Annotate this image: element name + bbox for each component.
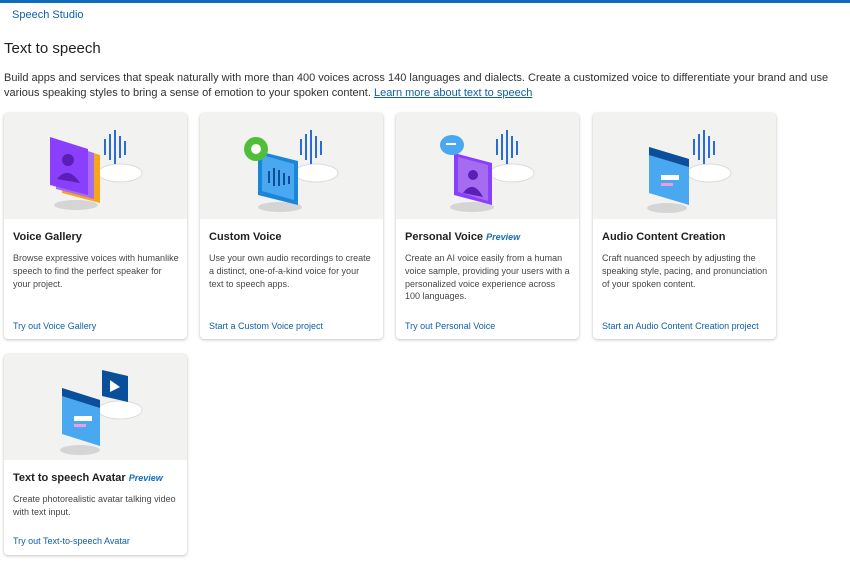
- card-description: Create an AI voice easily from a human v…: [405, 253, 570, 302]
- voice-gallery-icon: [50, 130, 143, 210]
- card-art: [593, 113, 776, 219]
- preview-badge: Preview: [486, 232, 521, 242]
- card-art: [4, 354, 187, 460]
- try-personal-voice-link[interactable]: Try out Personal Voice: [405, 321, 495, 331]
- card-voice-gallery[interactable]: Voice Gallery Browse expressive voices w…: [4, 113, 187, 339]
- learn-more-link[interactable]: Learn more about text to speech: [374, 87, 532, 99]
- custom-voice-icon: [244, 130, 339, 212]
- card-title: Audio Content Creation: [602, 231, 726, 243]
- top-accent-bar: [0, 0, 850, 3]
- audio-content-creation-icon: [647, 130, 732, 213]
- start-custom-voice-link[interactable]: Start a Custom Voice project: [209, 321, 323, 331]
- page-intro: Build apps and services that speak natur…: [4, 71, 850, 100]
- page-title: Text to speech: [4, 40, 101, 57]
- card-title: Custom Voice: [209, 231, 282, 243]
- personal-voice-icon: [440, 130, 535, 212]
- card-art: [4, 113, 187, 219]
- brand-link[interactable]: Speech Studio: [12, 9, 84, 21]
- preview-badge: Preview: [128, 473, 163, 483]
- card-title: Voice Gallery: [13, 231, 82, 243]
- card-title: Personal Voice Preview: [405, 231, 521, 243]
- card-art: [396, 113, 579, 219]
- card-description: Craft nuanced speech by adjusting the sp…: [602, 253, 768, 289]
- card-audio-content-creation[interactable]: Audio Content Creation Craft nuanced spe…: [593, 113, 776, 339]
- card-art: [200, 113, 383, 219]
- card-description: Use your own audio recordings to create …: [209, 253, 371, 289]
- card-custom-voice[interactable]: Custom Voice Use your own audio recordin…: [200, 113, 383, 339]
- card-title: Text to speech Avatar Preview: [13, 472, 163, 484]
- card-text-to-speech-avatar[interactable]: Text to speech Avatar Preview Create phot…: [4, 354, 187, 555]
- try-voice-gallery-link[interactable]: Try out Voice Gallery: [13, 321, 96, 331]
- card-description: Browse expressive voices with humanlike …: [13, 253, 179, 289]
- text-to-speech-avatar-icon: [60, 370, 143, 455]
- start-audio-content-creation-link[interactable]: Start an Audio Content Creation project: [602, 321, 759, 331]
- card-description: Create photorealistic avatar talking vid…: [13, 494, 176, 517]
- try-text-to-speech-avatar-link[interactable]: Try out Text-to-speech Avatar: [13, 536, 130, 546]
- card-personal-voice[interactable]: Personal Voice Preview Create an AI voice…: [396, 113, 579, 339]
